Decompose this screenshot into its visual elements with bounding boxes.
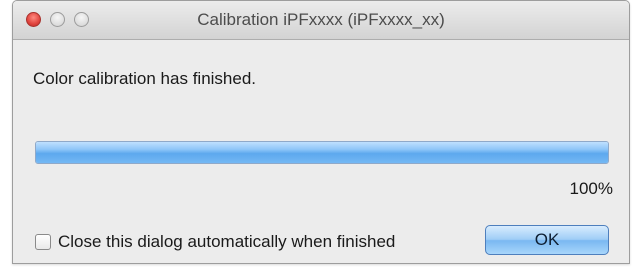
calibration-dialog: Calibration iPFxxxx (iPFxxxx_xx) Color c…	[12, 0, 630, 264]
progress-bar	[35, 141, 609, 164]
progress-percent: 100%	[569, 179, 613, 198]
window-title: Calibration iPFxxxx (iPFxxxx_xx)	[197, 10, 445, 29]
auto-close-checkbox[interactable]	[35, 234, 51, 250]
auto-close-label[interactable]: Close this dialog automatically when fin…	[58, 232, 395, 252]
progress-bar-fill	[36, 142, 608, 163]
title-bar[interactable]: Calibration iPFxxxx (iPFxxxx_xx)	[13, 1, 629, 40]
auto-close-option[interactable]: Close this dialog automatically when fin…	[35, 232, 395, 252]
ok-button[interactable]: OK	[485, 225, 609, 255]
status-message: Color calibration has finished.	[33, 69, 257, 88]
